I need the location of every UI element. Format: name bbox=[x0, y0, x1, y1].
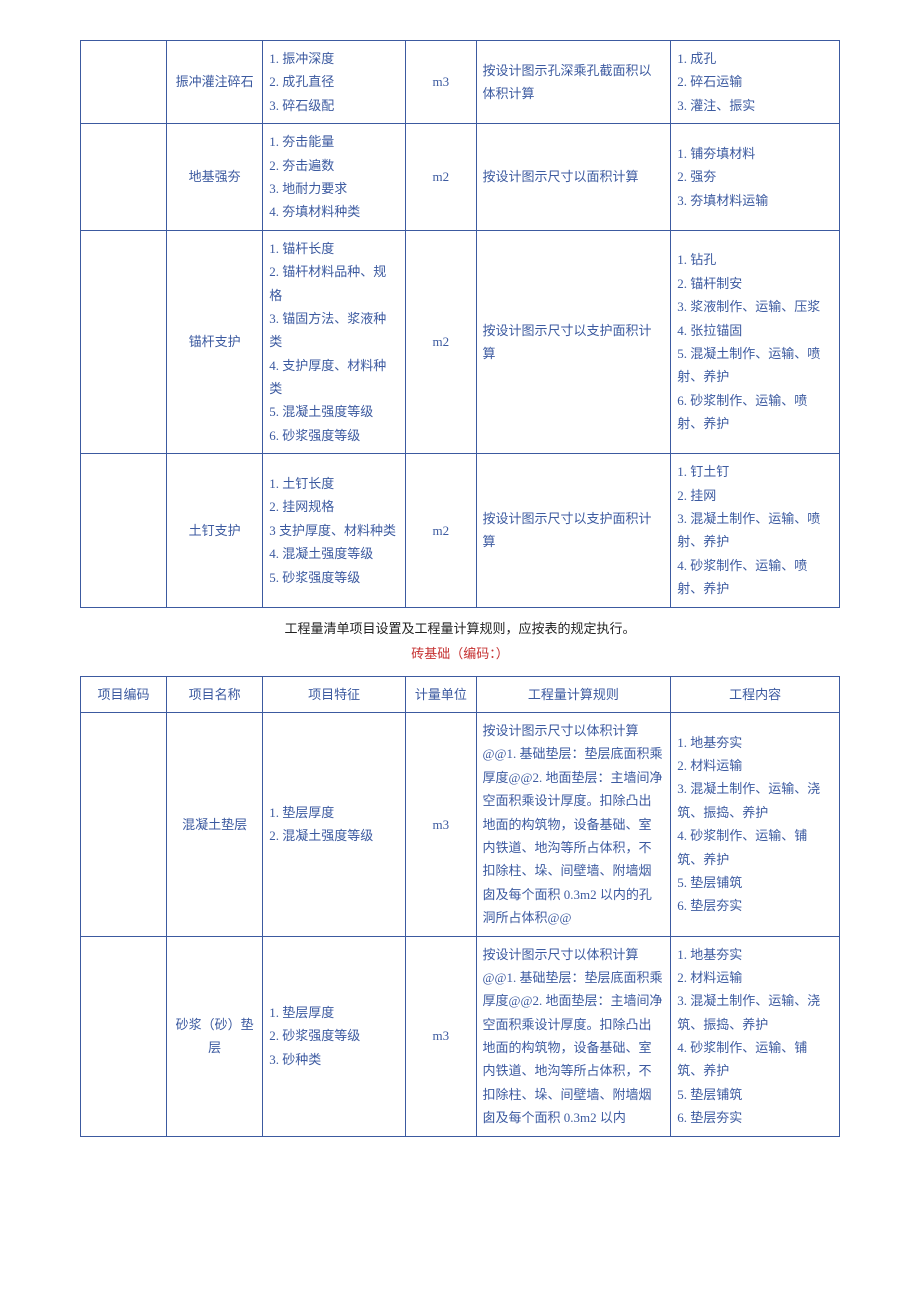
table-row: 锚杆支护 1. 锚杆长度 2. 锚杆材料品种、规格 3. 锚固方法、浆液种类 4… bbox=[81, 230, 840, 454]
cell-name: 土钉支护 bbox=[166, 454, 262, 607]
cell-content: 1. 钻孔 2. 锚杆制安 3. 浆液制作、运输、压浆 4. 张拉锚固 5. 混… bbox=[671, 230, 840, 454]
cell-unit: m2 bbox=[406, 230, 476, 454]
cell-unit: m2 bbox=[406, 124, 476, 231]
header-rule: 工程量计算规则 bbox=[476, 676, 671, 712]
cell-content: 1. 成孔 2. 碎石运输 3. 灌注、振实 bbox=[671, 41, 840, 124]
cell-code bbox=[81, 230, 167, 454]
cell-name: 地基强夯 bbox=[166, 124, 262, 231]
cell-features: 1. 土钉长度 2. 挂网规格 3 支护厚度、材料种类 4. 混凝土强度等级 5… bbox=[263, 454, 406, 607]
cell-content: 1. 钉土钉 2. 挂网 3. 混凝土制作、运输、喷射、养护 4. 砂浆制作、运… bbox=[671, 454, 840, 607]
cell-name: 砂浆（砂）垫层 bbox=[166, 936, 262, 1136]
cell-rule: 按设计图示尺寸以支护面积计算 bbox=[476, 454, 671, 607]
cell-rule: 按设计图示孔深乘孔截面积以体积计算 bbox=[476, 41, 671, 124]
cell-name: 振冲灌注碎石 bbox=[166, 41, 262, 124]
table-row: 振冲灌注碎石 1. 振冲深度 2. 成孔直径 3. 碎石级配 m3 按设计图示孔… bbox=[81, 41, 840, 124]
note-text: 工程量清单项目设置及工程量计算规则，应按表的规定执行。 bbox=[80, 618, 840, 637]
cell-unit: m3 bbox=[406, 712, 476, 936]
table-row: 混凝土垫层 1. 垫层厚度 2. 混凝土强度等级 m3 按设计图示尺寸以体积计算… bbox=[81, 712, 840, 936]
cell-code bbox=[81, 936, 167, 1136]
table-construction-items-1: 振冲灌注碎石 1. 振冲深度 2. 成孔直径 3. 碎石级配 m3 按设计图示孔… bbox=[80, 40, 840, 608]
cell-code bbox=[81, 454, 167, 607]
cell-rule: 按设计图示尺寸以面积计算 bbox=[476, 124, 671, 231]
cell-rule: 按设计图示尺寸以体积计算@@1. 基础垫层：垫层底面积乘厚度@@2. 地面垫层：… bbox=[476, 936, 671, 1136]
cell-unit: m2 bbox=[406, 454, 476, 607]
header-content: 工程内容 bbox=[671, 676, 840, 712]
cell-code bbox=[81, 41, 167, 124]
section-title-brick-foundation: 砖基础（编码：） bbox=[80, 643, 840, 662]
cell-name: 锚杆支护 bbox=[166, 230, 262, 454]
table-construction-items-2: 项目编码 项目名称 项目特征 计量单位 工程量计算规则 工程内容 混凝土垫层 1… bbox=[80, 676, 840, 1137]
cell-content: 1. 地基夯实 2. 材料运输 3. 混凝土制作、运输、浇筑、振捣、养护 4. … bbox=[671, 936, 840, 1136]
cell-unit: m3 bbox=[406, 936, 476, 1136]
cell-unit: m3 bbox=[406, 41, 476, 124]
cell-features: 1. 垫层厚度 2. 混凝土强度等级 bbox=[263, 712, 406, 936]
cell-content: 1. 地基夯实 2. 材料运输 3. 混凝土制作、运输、浇筑、振捣、养护 4. … bbox=[671, 712, 840, 936]
cell-content: 1. 铺夯填材料 2. 强夯 3. 夯填材料运输 bbox=[671, 124, 840, 231]
header-name: 项目名称 bbox=[166, 676, 262, 712]
header-features: 项目特征 bbox=[263, 676, 406, 712]
cell-features: 1. 夯击能量 2. 夯击遍数 3. 地耐力要求 4. 夯填材料种类 bbox=[263, 124, 406, 231]
cell-features: 1. 锚杆长度 2. 锚杆材料品种、规格 3. 锚固方法、浆液种类 4. 支护厚… bbox=[263, 230, 406, 454]
cell-code bbox=[81, 712, 167, 936]
table-header-row: 项目编码 项目名称 项目特征 计量单位 工程量计算规则 工程内容 bbox=[81, 676, 840, 712]
header-code: 项目编码 bbox=[81, 676, 167, 712]
table-row: 土钉支护 1. 土钉长度 2. 挂网规格 3 支护厚度、材料种类 4. 混凝土强… bbox=[81, 454, 840, 607]
cell-rule: 按设计图示尺寸以体积计算@@1. 基础垫层：垫层底面积乘厚度@@2. 地面垫层：… bbox=[476, 712, 671, 936]
cell-features: 1. 垫层厚度 2. 砂浆强度等级 3. 砂种类 bbox=[263, 936, 406, 1136]
header-unit: 计量单位 bbox=[406, 676, 476, 712]
cell-features: 1. 振冲深度 2. 成孔直径 3. 碎石级配 bbox=[263, 41, 406, 124]
cell-code bbox=[81, 124, 167, 231]
table-row: 砂浆（砂）垫层 1. 垫层厚度 2. 砂浆强度等级 3. 砂种类 m3 按设计图… bbox=[81, 936, 840, 1136]
table-row: 地基强夯 1. 夯击能量 2. 夯击遍数 3. 地耐力要求 4. 夯填材料种类 … bbox=[81, 124, 840, 231]
cell-name: 混凝土垫层 bbox=[166, 712, 262, 936]
cell-rule: 按设计图示尺寸以支护面积计算 bbox=[476, 230, 671, 454]
